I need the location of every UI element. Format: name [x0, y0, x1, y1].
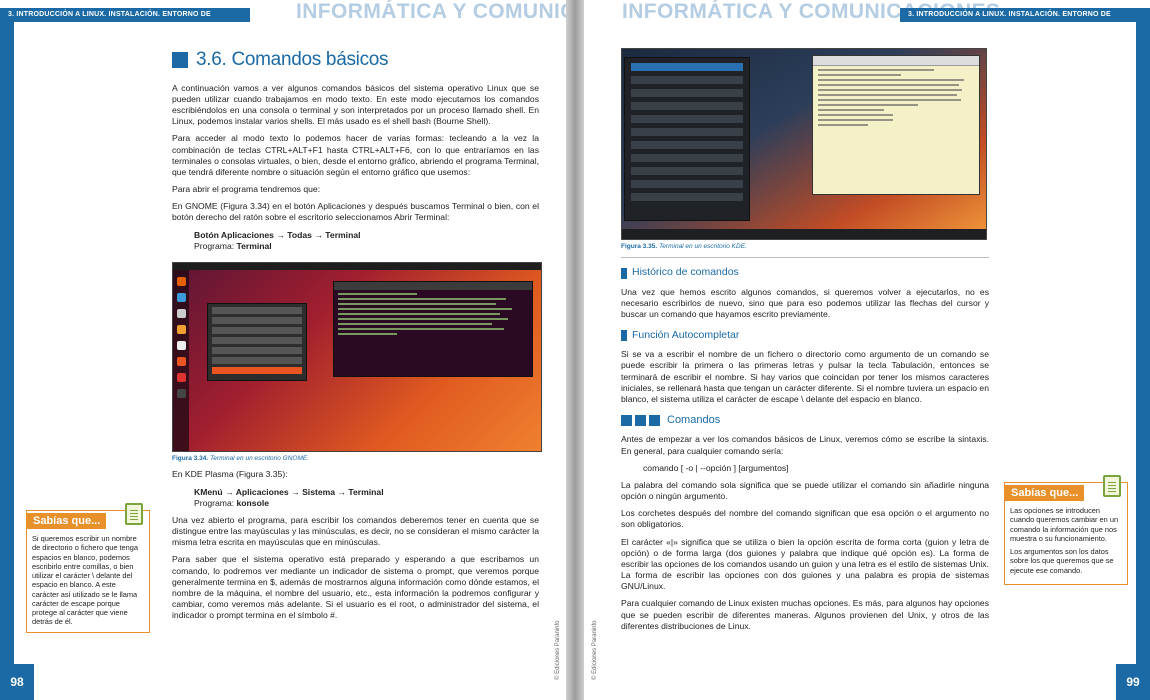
- subheading-title: Función Autocompletar: [632, 328, 740, 341]
- chapter-bar: 3. INTRODUCCIÓN A LINUX. INSTALACIÓN. EN…: [900, 8, 1150, 32]
- figure-text: Terminal en un escritorio KDE.: [658, 243, 747, 250]
- paragraph: Una vez que hemos escrito algunos comand…: [621, 287, 989, 320]
- section-heading: 3.6. Comandos básicos: [172, 48, 539, 73]
- kde-panel: [622, 229, 986, 239]
- kde-launcher: [624, 57, 750, 221]
- files-icon: [176, 308, 186, 318]
- paragraph: Antes de empezar a ver los comandos bási…: [621, 434, 989, 456]
- figure-label: Figura 3.34.: [172, 454, 209, 462]
- heading-square-icon: [621, 414, 632, 426]
- store-icon: [176, 356, 186, 366]
- program-label: Programa:: [194, 240, 235, 251]
- sabias-box: Sabías que... Si queremos escribir un no…: [26, 503, 150, 633]
- subheading: Función Autocompletar: [621, 329, 989, 343]
- divider: [621, 257, 989, 259]
- page-number: 98: [0, 664, 34, 700]
- book-spread: 3. INTRODUCCIÓN A LINUX. INSTALACIÓN. EN…: [0, 0, 1150, 700]
- left-column: 3.6. Comandos básicos A continuación vam…: [172, 48, 542, 627]
- terminal-window: [333, 280, 533, 377]
- paragraph: La palabra del comando sola significa qu…: [621, 479, 989, 502]
- document-icon: [1103, 475, 1121, 497]
- side-bar: [0, 22, 14, 700]
- heading-square-icon: [621, 267, 627, 279]
- kde-program: konsole: [236, 497, 269, 508]
- gnome-top-bar: [173, 262, 541, 270]
- gutter: [566, 0, 584, 700]
- paragraph: Una vez abierto el programa, para escrib…: [172, 514, 539, 548]
- sabias-paragraph: Las opciones se introducen cuando querem…: [1010, 506, 1119, 543]
- chapter-bar: 3. INTRODUCCIÓN A LINUX. INSTALACIÓN. EN…: [0, 8, 250, 32]
- side-bar: [1136, 22, 1150, 700]
- paragraph: Para cualquier comando de Linux existen …: [621, 598, 989, 631]
- page-number: 99: [1116, 664, 1150, 700]
- figure-text: Terminal en un escritorio GNOME.: [209, 454, 310, 462]
- sabias-title: Sabías que...: [27, 513, 107, 529]
- publisher-credit: © Ediciones Paraninfo: [592, 620, 598, 680]
- sabias-box: Sabías que... Las opciones se introducen…: [1004, 475, 1128, 585]
- heading-square-icon: [649, 414, 660, 426]
- paragraph: Para abrir el programa tendremos que:: [172, 184, 321, 195]
- kde-path: KMenú → Aplicaciones → Sistema → Termina…: [194, 486, 384, 497]
- subheading: Comandos: [621, 413, 989, 427]
- terminal-icon: [176, 388, 186, 398]
- section-title: 3.6. Comandos básicos: [196, 49, 389, 70]
- program-label: Programa:: [194, 497, 235, 508]
- figure-caption: Figura 3.34. Terminal en un escritorio G…: [172, 455, 539, 463]
- document-icon: [125, 503, 143, 525]
- firefox-icon: [176, 276, 186, 286]
- figure-label: Figura 3.35.: [621, 243, 658, 250]
- sabias-paragraph: Los argumentos son los datos sobre los q…: [1010, 547, 1114, 575]
- paragraph: Los corchetes después del nombre del com…: [621, 508, 989, 530]
- left-page: 3. INTRODUCCIÓN A LINUX. INSTALACIÓN. EN…: [0, 0, 566, 700]
- kde-instructions: KMenú → Aplicaciones → Sistema → Termina…: [172, 487, 539, 509]
- mail-icon: [176, 292, 186, 302]
- gnome-screenshot: [172, 261, 542, 452]
- help-icon: [176, 372, 186, 382]
- paragraph: El carácter «|» significa que se utiliza…: [621, 536, 989, 592]
- gnome-instructions: Botón Aplicaciones → Todas → Terminal Pr…: [172, 230, 539, 252]
- right-page: INFORMÁTICA Y COMUNICACIONES 3. INTRODUC…: [584, 0, 1150, 700]
- figure-caption: Figura 3.35. Terminal en un escritorio K…: [621, 243, 989, 251]
- heading-square-icon: [621, 329, 627, 341]
- gnome-dock: [173, 269, 189, 451]
- context-menu: [207, 302, 307, 381]
- sabias-text: Las opciones se introducen cuando querem…: [1005, 501, 1127, 584]
- paragraph: En KDE Plasma (Figura 3.35):: [172, 469, 288, 480]
- gnome-path: Botón Aplicaciones → Todas → Terminal: [194, 229, 361, 240]
- sabias-title: Sabías que...: [1005, 485, 1085, 501]
- konsole-window: [812, 55, 980, 195]
- kde-screenshot: [621, 48, 987, 240]
- right-column: Figura 3.35. Terminal en un escritorio K…: [621, 48, 989, 638]
- paragraph: Para acceder al modo texto lo podemos ha…: [172, 133, 539, 177]
- subheading: Histórico de comandos: [621, 266, 989, 280]
- paragraph: Si se va a escribir el nombre de un fich…: [621, 349, 989, 404]
- paragraph: Para saber que el sistema operativo está…: [172, 554, 539, 621]
- paragraph: A continuación vamos a ver algunos coman…: [172, 82, 539, 127]
- gnome-program: Terminal: [236, 240, 272, 251]
- sabias-text: Si queremos escribir un nombre de direct…: [32, 534, 139, 627]
- subheading-title: Histórico de comandos: [632, 266, 739, 279]
- running-head: INFORMÁTICA Y COMUNICACIONES: [296, 0, 566, 23]
- syntax-line: comando [ -o | --opción ] [argumentos]: [643, 462, 789, 473]
- paragraph: En GNOME (Figura 3.34) en el botón Aplic…: [172, 201, 539, 223]
- music-icon: [176, 324, 186, 334]
- heading-square-icon: [172, 52, 188, 69]
- heading-square-icon: [635, 414, 646, 426]
- writer-icon: [176, 340, 186, 350]
- publisher-credit: © Ediciones Paraninfo: [555, 620, 561, 680]
- subheading-title: Comandos: [667, 414, 721, 427]
